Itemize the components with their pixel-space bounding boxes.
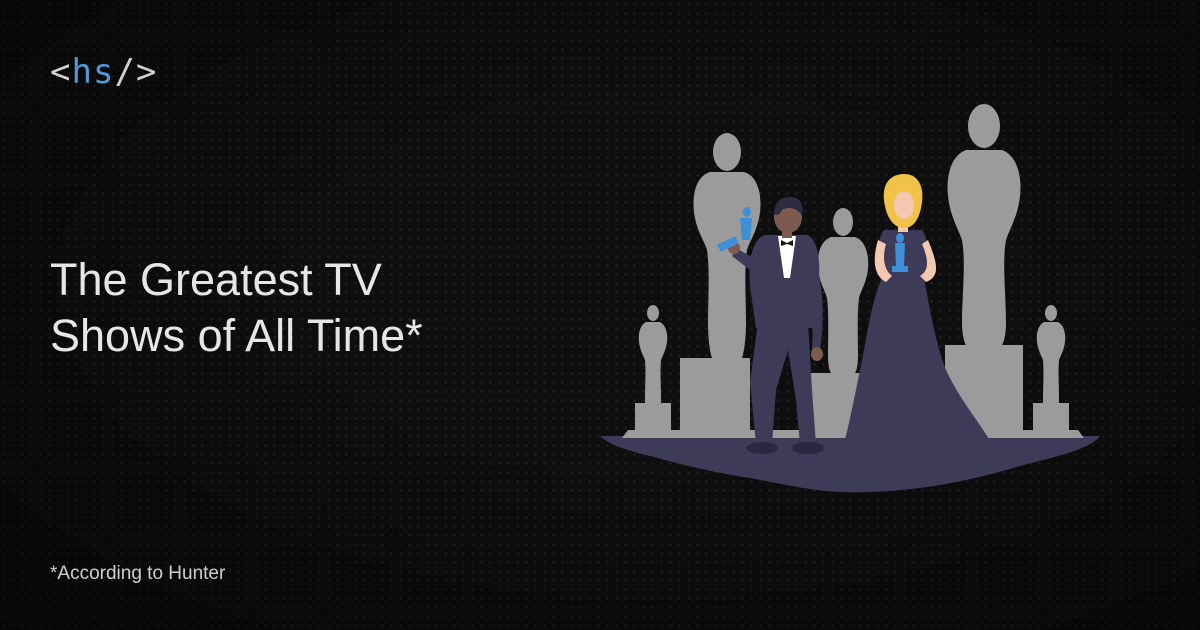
title-line-2: Shows of All Time* <box>50 310 423 361</box>
pedestal-right <box>1033 403 1069 433</box>
statue-medium-center <box>817 208 869 373</box>
floor-shadow <box>600 436 1100 493</box>
logo-text: hs <box>71 52 115 92</box>
pedestal-left-tall <box>680 358 750 433</box>
pedestal-left <box>635 403 671 433</box>
footnote: *According to Hunter <box>50 563 226 584</box>
logo-open-bracket: < <box>50 52 72 92</box>
site-logo[interactable]: <hs/> <box>50 52 157 92</box>
award-ceremony-illustration <box>600 104 1100 493</box>
title-line-1: The Greatest TV <box>50 254 382 305</box>
logo-close-bracket: /> <box>114 52 158 92</box>
page-title: The Greatest TV Shows of All Time* <box>50 252 423 364</box>
statue-small-right <box>1036 305 1066 403</box>
statue-large-right <box>947 104 1021 345</box>
statue-small-left <box>638 305 668 403</box>
